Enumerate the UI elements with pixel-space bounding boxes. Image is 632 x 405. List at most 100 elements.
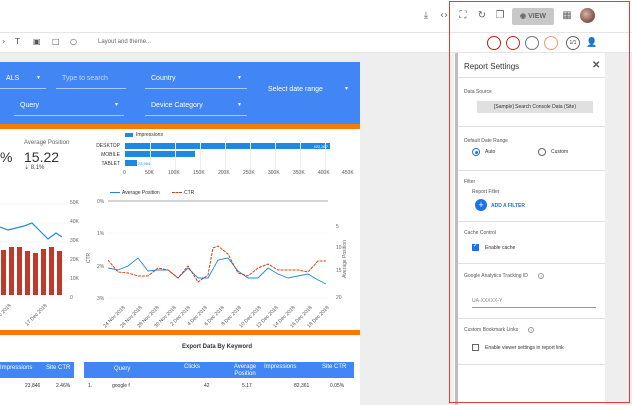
cell-clicks: 42	[204, 383, 210, 389]
position-tick: 15	[336, 268, 342, 274]
avg-position-delta: ⇣ 8.1%	[24, 165, 45, 171]
partial-filter-label: ALS	[6, 75, 20, 82]
chart-grid	[108, 200, 328, 299]
dropdown-arrow-icon: ▼	[114, 102, 119, 108]
clicks-impressions-chart	[0, 203, 68, 295]
x-tick: 150K	[193, 170, 205, 176]
date-range-picker[interactable]: Select date range ▼	[262, 79, 354, 100]
x-tick: 350K	[293, 170, 305, 176]
x-tick: 400K	[318, 170, 330, 176]
country-filter[interactable]: Country ▼	[145, 68, 247, 89]
x-tick: 450K	[342, 170, 354, 176]
partial-filter-control[interactable]: ALS ▼	[0, 68, 46, 89]
country-filter-label: Country	[151, 75, 176, 82]
legend-ctr-text: CTR	[184, 190, 195, 196]
bar-series	[1, 247, 62, 295]
dropdown-arrow-icon: ▼	[237, 75, 242, 81]
legend-avg-position-text: Average Position	[122, 190, 160, 196]
x-tick: 50K	[145, 170, 154, 176]
export-table-title: Export Data By Keyword	[182, 344, 253, 350]
bar	[1, 250, 6, 295]
layout-theme-button[interactable]: Layout and theme...	[98, 39, 151, 45]
cell: 2.46%	[56, 383, 71, 389]
x-tick: 0	[123, 170, 126, 176]
search-input[interactable]: Type to search	[56, 68, 126, 89]
y-tick: 50K	[70, 200, 79, 206]
bar	[57, 251, 62, 295]
x-tick: 250K	[243, 170, 255, 176]
text-tool-icon[interactable]: T	[15, 37, 20, 46]
position-tick: 20	[336, 295, 342, 301]
col-site-ctr[interactable]: Site CTR	[46, 365, 70, 371]
dropdown-arrow-icon: ▼	[344, 86, 349, 92]
ctr-tick: 0%	[97, 199, 105, 205]
col-impressions[interactable]: Impressions	[0, 365, 32, 371]
cell: 23,846	[25, 383, 41, 389]
bar	[17, 247, 22, 295]
y-tick: 20K	[70, 257, 79, 263]
circle-tool-icon[interactable]: ○	[70, 37, 77, 46]
app-root: ⤓ ‹› ⛶ ↻ ❐ ◉ VIEW ▦ › T ▣ □ ○ Layout and…	[0, 0, 632, 405]
bar-label-desktop: DESKTOP	[96, 143, 120, 149]
bar	[9, 247, 14, 295]
ctr-position-line-chart	[108, 200, 328, 299]
query-filter[interactable]: Query ▼	[14, 95, 124, 116]
highlight-annotation	[449, 1, 630, 403]
bar	[25, 251, 30, 295]
cell-query: google f	[112, 383, 130, 389]
legend-ctr: CTR	[172, 190, 194, 196]
y-tick: 40K	[70, 219, 79, 225]
date-range-label: Select date range	[268, 86, 323, 93]
bar-gridlines	[125, 140, 355, 170]
image-tool-icon[interactable]: ▣	[33, 37, 41, 46]
download-icon[interactable]: ⤓	[420, 10, 432, 22]
position-tick: 5	[336, 224, 339, 230]
ctr-tick: 1%	[97, 231, 105, 237]
device-filter[interactable]: Device Category ▼	[145, 95, 247, 116]
table-row[interactable]: 1. google f 42 5.17 82,361 0.05%	[84, 383, 354, 391]
dropdown-arrow-icon: ▼	[36, 75, 41, 81]
y-tick: 10K	[70, 276, 79, 282]
bar	[41, 249, 46, 295]
position-tick: 10	[336, 245, 342, 251]
impressions-legend-swatch	[125, 133, 133, 137]
x-tick: 200K	[218, 170, 230, 176]
avg-position-line	[108, 257, 327, 285]
keyword-table-header: Query Clicks Average Position Impression…	[84, 362, 354, 378]
x-tick: 300K	[268, 170, 280, 176]
bar	[33, 253, 38, 295]
col-query[interactable]: Query	[114, 366, 130, 372]
col-clicks[interactable]: Clicks	[184, 364, 200, 370]
rectangle-tool-icon[interactable]: □	[52, 37, 60, 46]
bar	[49, 247, 54, 295]
avg-position-value: 15.22	[24, 149, 60, 165]
cell-site-ctr: 0.05%	[330, 383, 345, 389]
cell-avg-position: 5.17	[242, 383, 252, 389]
partial-scorecard-value: %	[0, 149, 13, 165]
y-tick: 0	[70, 295, 73, 301]
section-divider	[0, 330, 360, 335]
query-filter-label: Query	[20, 102, 40, 109]
ctr-tick: 3%	[97, 296, 105, 302]
filter-bar: ALS ▼ Type to search Country ▼ Query ▼ Devi…	[0, 62, 360, 124]
legend-avg-position: Average Position	[110, 190, 160, 196]
chevron-right-icon[interactable]: ›	[2, 37, 5, 46]
bar-label-tablet: TABLET	[101, 161, 120, 167]
avg-position-label: Average Position	[24, 140, 70, 146]
ctr-tick: 2%	[97, 264, 105, 270]
device-filter-label: Device Category	[151, 102, 203, 109]
cell-impressions: 82,361	[294, 383, 310, 389]
col-site-ctr[interactable]: Site CTR	[322, 364, 346, 370]
ctr-axis-label: CTR	[86, 252, 93, 264]
bar-label-mobile: MOBILE	[101, 152, 120, 158]
col-avg-position[interactable]: Average Position	[230, 364, 260, 378]
table-row: 23,846 2.46%	[0, 383, 74, 391]
col-impressions[interactable]: Impressions	[264, 364, 296, 370]
cell-index: 1.	[88, 383, 93, 389]
section-divider	[0, 124, 360, 129]
left-table-header: Impressions Site CTR	[0, 362, 74, 378]
position-axis-label: Average Position	[341, 240, 348, 278]
line-series	[0, 222, 63, 240]
dropdown-arrow-icon: ▼	[237, 102, 242, 108]
x-tick: 100K	[168, 170, 180, 176]
